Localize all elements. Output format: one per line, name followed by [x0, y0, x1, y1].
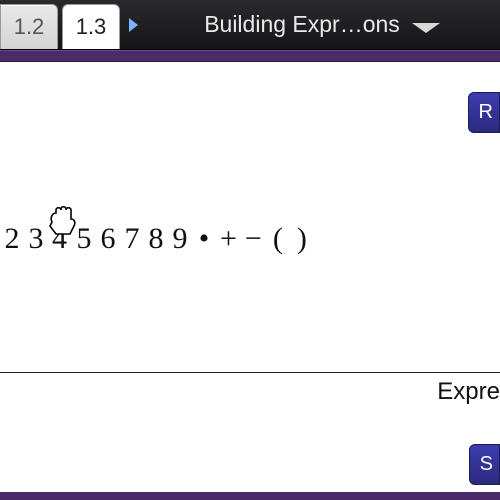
bottom-accent-bar	[0, 492, 500, 500]
tile-open-paren[interactable]: (	[270, 222, 286, 256]
dropdown-arrow-icon	[412, 23, 440, 33]
title-text: Building Expr…ons	[204, 11, 400, 38]
document-title[interactable]: Building Expr…ons	[144, 0, 500, 49]
tab-1-3[interactable]: 1.3	[62, 4, 120, 49]
chevron-right-icon[interactable]	[122, 0, 144, 49]
divider-line	[0, 372, 500, 373]
button-label: R	[479, 101, 493, 123]
tile-close-paren[interactable]: )	[294, 222, 310, 256]
tile-minus[interactable]: −	[245, 222, 262, 256]
tile-9[interactable]: 9	[172, 222, 188, 256]
tile-4[interactable]: 4	[52, 222, 68, 256]
tab-label: 1.2	[14, 14, 45, 40]
tab-label: 1.3	[76, 14, 107, 40]
tile-2[interactable]: 2	[4, 222, 20, 256]
tile-3[interactable]: 3	[28, 222, 44, 256]
submit-button[interactable]: S	[469, 444, 500, 485]
top-bar: 1.2 1.3 Building Expr…ons	[0, 0, 500, 50]
accent-bar	[0, 50, 500, 62]
expression-label: Expre	[437, 378, 500, 406]
grab-hand-icon	[46, 204, 80, 238]
tile-dot[interactable]: •	[196, 222, 212, 256]
reset-button[interactable]: R	[468, 92, 500, 133]
button-label: S	[480, 453, 493, 475]
number-tile-row: 2 3 4 5 6 7 8 9 • + − ( )	[0, 222, 500, 256]
tile-6[interactable]: 6	[100, 222, 116, 256]
tile-plus[interactable]: +	[220, 222, 237, 256]
work-area: R 2 3 4 5 6 7 8 9 • + − ( ) Expre S	[0, 62, 500, 500]
tab-1-2[interactable]: 1.2	[0, 4, 58, 49]
tile-7[interactable]: 7	[124, 222, 140, 256]
tile-8[interactable]: 8	[148, 222, 164, 256]
